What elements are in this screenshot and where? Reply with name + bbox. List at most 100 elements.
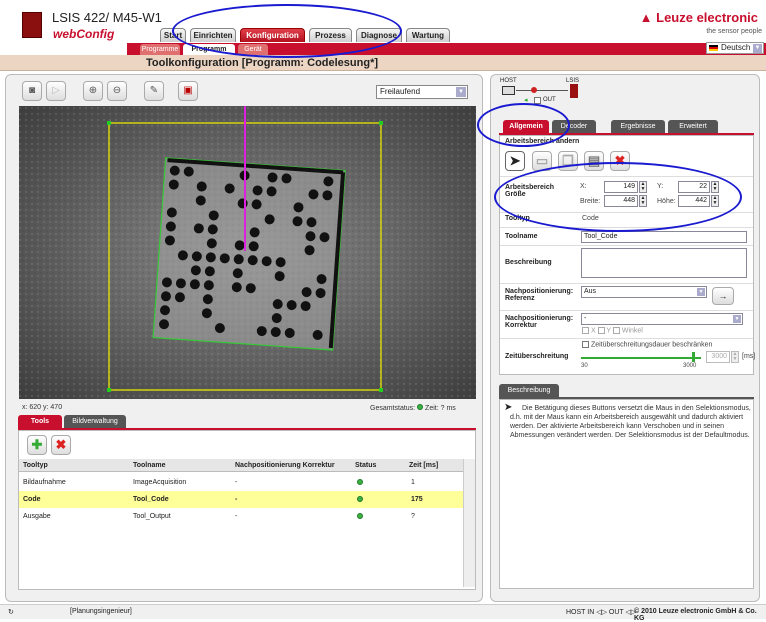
zoom-in-icon: ⊕ <box>88 85 98 96</box>
camera-image-graphic <box>19 106 476 399</box>
delete-tool-button[interactable]: ✖ <box>51 435 71 455</box>
copyright: © 2010 Leuze electronic GmbH & Co. KG <box>634 608 757 622</box>
device-logo <box>22 12 42 38</box>
description-label: Beschreibung <box>505 259 552 266</box>
timeout-unit: [ms] <box>742 353 756 360</box>
language-value: Deutsch <box>721 43 751 52</box>
check-x[interactable] <box>582 327 589 334</box>
tools-table-header: Tooltyp Toolname Nachpositionierung Korr… <box>19 459 463 472</box>
out-label: OUT <box>543 97 556 103</box>
col-zeit: Zeit [ms] <box>409 462 439 469</box>
zoom-out-button[interactable]: ⊖ <box>107 81 127 101</box>
tab-bildverwaltung[interactable]: Bildverwaltung <box>64 415 126 428</box>
nachpos-ref-select[interactable]: Aus ▼ <box>581 286 707 298</box>
camera-image[interactable] <box>19 106 476 399</box>
toolname-label: Toolname <box>505 233 538 240</box>
play-button[interactable]: ▷ <box>46 81 66 101</box>
title-bar <box>0 55 766 71</box>
tab-erweitert[interactable]: Erweitert <box>668 120 718 133</box>
nachpos-ref-value: Aus <box>584 288 597 295</box>
check-winkel[interactable] <box>612 327 620 334</box>
nachpos-korr-value: - <box>584 315 587 322</box>
language-select[interactable]: Deutsch ▼ <box>706 42 764 54</box>
tab-wartung[interactable]: Wartung <box>406 28 450 42</box>
slider-min: 30 <box>581 363 588 369</box>
cell-korrektur: - <box>235 479 238 486</box>
mode-value: Freilaufend <box>380 87 421 96</box>
nachpos-korr-select[interactable]: - ▼ <box>581 313 743 325</box>
timeout-label: Zeitüberschreitung <box>505 353 569 360</box>
table-row[interactable]: Bildaufnahme ImageAcquisition - 1 <box>19 474 463 491</box>
timeout-input[interactable]: 3000 <box>706 351 730 363</box>
cell-tooltyp: Code <box>23 496 41 503</box>
arrow-right-icon: → <box>718 291 728 301</box>
slider-max: 3000 <box>683 363 697 369</box>
tagline: the sensor people <box>706 28 762 35</box>
col-nachpositionierung: Nachpositionierung Korrektur <box>235 462 335 469</box>
korr-checkboxes: X Y Winkel <box>582 327 643 334</box>
host-pc-icon <box>502 86 515 95</box>
refresh-icon[interactable]: ↻ <box>8 608 14 616</box>
timeout-slider[interactable] <box>581 357 701 359</box>
chevron-down-icon: ▼ <box>733 315 741 323</box>
app-name: webConfig <box>53 27 115 41</box>
zoom-in-button[interactable]: ⊕ <box>83 81 103 101</box>
divider <box>500 283 753 284</box>
overall-status: Gesamtstatus: Zeit: ? ms <box>370 404 456 412</box>
page-title: Toolkonfiguration [Programm: Codelesung*… <box>146 57 379 69</box>
table-row[interactable]: Ausgabe Tool_Output - ? <box>19 508 463 525</box>
annotation-ellipse <box>494 162 742 232</box>
timeout-limit: Zeitüberschreitungsdauer beschränken <box>582 341 712 348</box>
camera-icon: ◙ <box>28 85 36 96</box>
status-ok-icon <box>417 404 424 410</box>
mode-select[interactable]: Freilaufend ▼ <box>376 85 468 99</box>
description-textarea[interactable] <box>581 248 747 278</box>
timeout-limit-label: Zeitüberschreitungsdauer beschränken <box>590 341 713 349</box>
status-ok-icon <box>357 496 363 504</box>
overall-status-time: Zeit: ? ms <box>425 405 456 412</box>
device-save-button[interactable]: ▣ <box>178 81 198 101</box>
select-mode-button[interactable]: ➤ <box>505 151 525 171</box>
cell-korrektur: - <box>235 513 238 520</box>
tab-tools[interactable]: Tools <box>18 415 62 428</box>
tool-button[interactable]: ✎ <box>144 81 164 101</box>
timeout-slider-handle[interactable] <box>692 352 695 362</box>
cell-zeit: ? <box>411 513 415 520</box>
nachpos-apply-button[interactable]: → <box>712 287 734 305</box>
table-row-selected[interactable]: Code Tool_Code - 175 <box>19 491 463 508</box>
camera-button[interactable]: ◙ <box>22 81 42 101</box>
chevron-down-icon: ▼ <box>753 44 762 53</box>
timeout-stepper[interactable]: ▲ ▼ <box>731 351 739 363</box>
device-icon <box>570 84 578 98</box>
play-icon: ▷ <box>52 85 60 96</box>
check-x-label: X <box>590 327 596 335</box>
toolname-input[interactable]: Tool_Code <box>581 231 747 243</box>
check-y[interactable] <box>597 327 605 334</box>
flag-icon <box>709 45 718 51</box>
annotation-ellipse <box>477 103 570 147</box>
col-status: Status <box>355 462 377 469</box>
tools-scrollbar[interactable] <box>463 459 475 587</box>
add-tool-button[interactable]: ✚ <box>27 435 47 455</box>
tab-beschreibung[interactable]: Beschreibung <box>499 384 559 397</box>
cell-tooltyp: Bildaufnahme <box>23 479 66 486</box>
product-title: LSIS 422/ M45-W1 <box>52 10 162 25</box>
timeout-checkbox[interactable] <box>582 341 589 348</box>
status-ok-icon <box>357 479 363 487</box>
cell-tooltyp: Ausgabe <box>23 513 51 520</box>
divider <box>500 310 753 311</box>
description-text: Die Betätigung dieses Buttons versetzt d… <box>510 405 751 439</box>
check-winkel-label: Winkel <box>621 327 643 335</box>
cell-zeit: 175 <box>411 496 423 503</box>
cursor-coordinates: x: 620 y: 470 <box>22 404 63 411</box>
zoom-out-icon: ⊖ <box>112 85 122 96</box>
delete-icon: ✖ <box>55 437 67 452</box>
divider <box>500 338 753 339</box>
rectangle-icon: ▭ <box>535 153 549 168</box>
tab-ergebnisse[interactable]: Ergebnisse <box>611 120 665 133</box>
cursor-icon: ➤ <box>509 153 521 168</box>
chevron-down-icon: ▼ <box>697 288 705 296</box>
nachpos-korr-label: Nachpositionierung: Korrektur <box>505 315 574 329</box>
subtab-programme[interactable]: Programme <box>140 44 180 55</box>
cell-toolname: Tool_Code <box>133 496 169 503</box>
